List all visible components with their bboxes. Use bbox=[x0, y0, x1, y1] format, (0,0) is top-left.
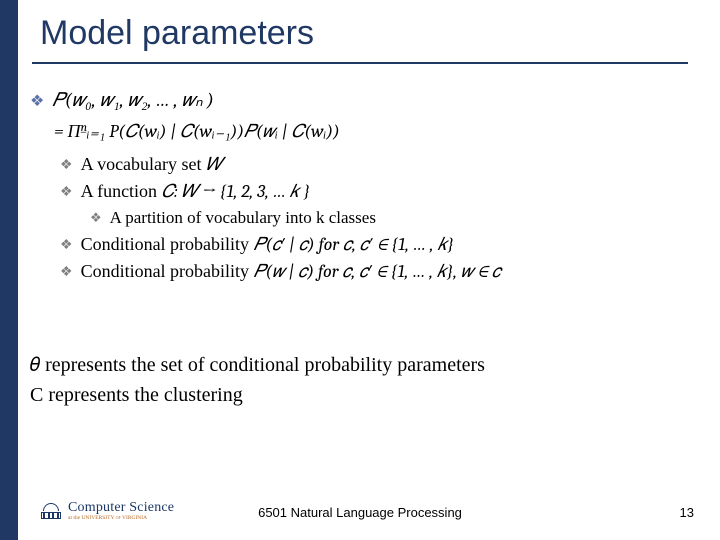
left-accent-bar bbox=[0, 0, 18, 540]
bullet-row-partition: ❖ A partition of vocabulary into k class… bbox=[90, 208, 690, 228]
bullet-row-joint: ❖ 𝑃(𝑤₀, 𝑤₁, 𝑤₂, … , 𝑤ₙ ) bbox=[30, 88, 690, 114]
func-pre: A function bbox=[81, 181, 162, 201]
diamond-bullet-icon: ❖ bbox=[60, 183, 73, 200]
diamond-bullet-icon: ❖ bbox=[60, 263, 73, 280]
vocab-text: A vocabulary set 𝑊 bbox=[81, 154, 223, 175]
title-underline bbox=[32, 62, 688, 64]
footer: Computer Science at the UNIVERSITY of VI… bbox=[0, 490, 720, 530]
slide-title: Model parameters bbox=[40, 14, 314, 53]
cond2-post: for 𝑐, 𝑐′ ∈ {1, … , 𝑘}, 𝑤 ∈ 𝑐 bbox=[314, 261, 501, 282]
cond1-pre: Conditional probability bbox=[81, 234, 254, 254]
cond1-post: for 𝑐, 𝑐′ ∈ {1, … , 𝑘} bbox=[315, 234, 454, 255]
summary-line-theta: 𝜃 represents the set of conditional prob… bbox=[30, 350, 670, 380]
joint-probability-text: 𝑃(𝑤₀, 𝑤₁, 𝑤₂, … , 𝑤ₙ ) bbox=[52, 88, 213, 114]
func-body: 𝐶: 𝑊 → {1, 2, 3, … 𝑘 } bbox=[162, 181, 310, 202]
cond2-text: Conditional probability 𝑃(𝑤 | 𝑐) for 𝑐, … bbox=[81, 261, 501, 282]
diamond-bullet-icon: ❖ bbox=[60, 156, 73, 173]
bullet-row-vocab: ❖ A vocabulary set 𝑊 bbox=[60, 154, 690, 175]
cond1-text: Conditional probability 𝑃(𝑐′ | 𝑐) for 𝑐,… bbox=[81, 234, 454, 255]
function-text: A function 𝐶: 𝑊 → {1, 2, 3, … 𝑘 } bbox=[81, 181, 310, 202]
cond2-mid: 𝑃(𝑤 | 𝑐) bbox=[254, 261, 314, 282]
bullet-row-function: ❖ A function 𝐶: 𝑊 → {1, 2, 3, … 𝑘 } bbox=[60, 181, 690, 202]
diamond-bullet-icon: ❖ bbox=[90, 210, 102, 226]
summary-line-c: C represents the clustering bbox=[30, 380, 670, 410]
diamond-bullet-icon: ❖ bbox=[60, 236, 73, 253]
bullet-row-cond2: ❖ Conditional probability 𝑃(𝑤 | 𝑐) for 𝑐… bbox=[60, 261, 690, 282]
diamond-bullet-icon: ❖ bbox=[30, 91, 44, 111]
vocab-pre: A vocabulary set bbox=[81, 154, 206, 174]
partition-text: A partition of vocabulary into k classes bbox=[110, 208, 376, 228]
product-equation-text: = Πⁿᵢ₌₁ P(𝐶(wᵢ) | 𝐶(wᵢ₋₁))𝑃(𝑤ᵢ | 𝐶(wᵢ)) bbox=[54, 120, 340, 144]
bullet-row-cond1: ❖ Conditional probability 𝑃(𝑐′ | 𝑐) for … bbox=[60, 234, 690, 255]
slide: Model parameters ❖ 𝑃(𝑤₀, 𝑤₁, 𝑤₂, … , 𝑤ₙ … bbox=[0, 0, 720, 540]
equation-row: = Πⁿᵢ₌₁ P(𝐶(wᵢ) | 𝐶(wᵢ₋₁))𝑃(𝑤ᵢ | 𝐶(wᵢ)) bbox=[54, 120, 690, 144]
content-area: ❖ 𝑃(𝑤₀, 𝑤₁, 𝑤₂, … , 𝑤ₙ ) = Πⁿᵢ₌₁ P(𝐶(wᵢ)… bbox=[30, 88, 690, 288]
cond1-mid: 𝑃(𝑐′ | 𝑐) bbox=[254, 234, 315, 255]
page-number: 13 bbox=[680, 505, 694, 520]
cond2-pre: Conditional probability bbox=[81, 261, 254, 281]
summary-block: 𝜃 represents the set of conditional prob… bbox=[30, 350, 670, 410]
vocab-symbol: 𝑊 bbox=[206, 154, 223, 175]
course-label: 6501 Natural Language Processing bbox=[0, 505, 720, 520]
